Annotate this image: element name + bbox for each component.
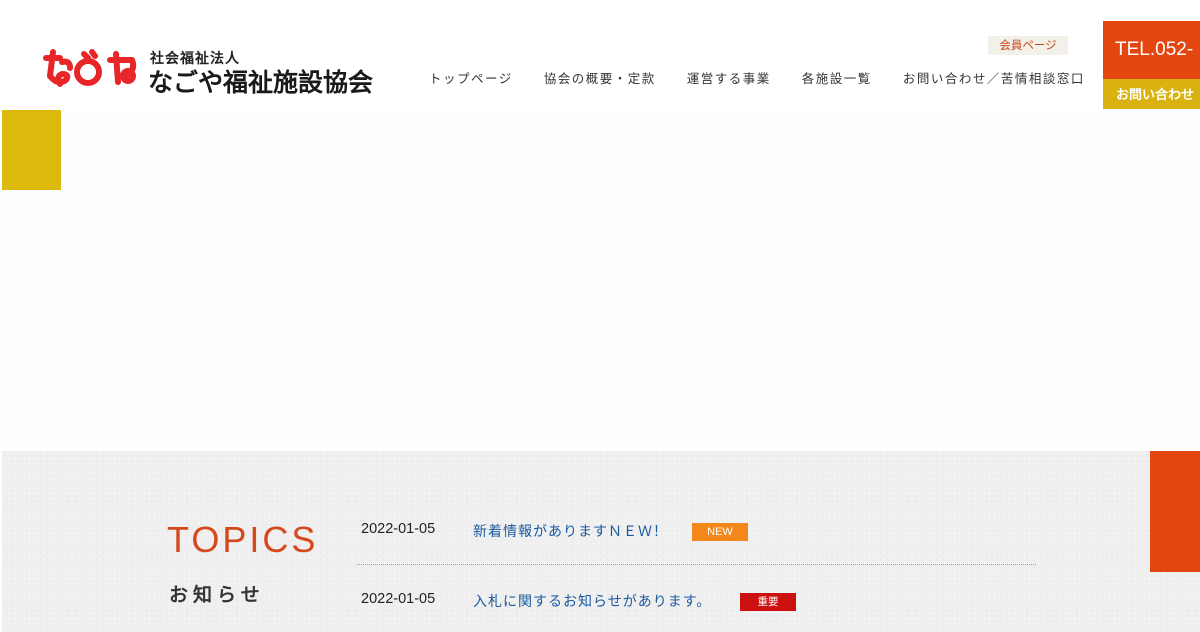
nav-item-services[interactable]: 運営する事業	[687, 70, 771, 88]
important-badge: 重要	[740, 593, 796, 611]
hero-area	[0, 110, 1200, 450]
logo-nagoya-icon	[43, 49, 137, 87]
news-title-link[interactable]: 新着情報がありますＮＥＷ！	[473, 521, 668, 541]
member-page-button[interactable]: 会員ページ	[988, 36, 1068, 55]
nav-item-contact[interactable]: お問い合わせ／苦情相談窓口	[903, 70, 1085, 88]
contact-button[interactable]: お問い合わせ	[1103, 79, 1200, 109]
decorative-orange-block	[1150, 451, 1200, 572]
org-name-title[interactable]: なごや福祉施設協会	[148, 63, 373, 99]
news-divider	[357, 564, 1036, 565]
topics-heading: TOPICS	[167, 519, 319, 560]
nav-item-about[interactable]: 協会の概要・定款	[544, 70, 656, 88]
logo-mark[interactable]	[40, 46, 140, 90]
topics-subheading: お知らせ	[169, 584, 265, 606]
news-item: 2022-01-05 入札に関するお知らせがあります。 重要	[361, 591, 1036, 611]
news-item: 2022-01-05 新着情報がありますＮＥＷ！ NEW	[361, 521, 1036, 541]
news-title-link[interactable]: 入札に関するお知らせがあります。	[473, 591, 711, 611]
main-nav: トップページ 協会の概要・定款 運営する事業 各施設一覧 お問い合わせ／苦情相談…	[429, 70, 1085, 88]
new-badge: NEW	[692, 523, 748, 541]
nav-item-facilities[interactable]: 各施設一覧	[802, 70, 872, 88]
decorative-yellow-block	[2, 110, 61, 190]
tel-button[interactable]: TEL.052-	[1103, 21, 1200, 79]
news-date: 2022-01-05	[361, 591, 436, 607]
nav-item-top[interactable]: トップページ	[429, 70, 513, 88]
news-date: 2022-01-05	[361, 521, 436, 537]
